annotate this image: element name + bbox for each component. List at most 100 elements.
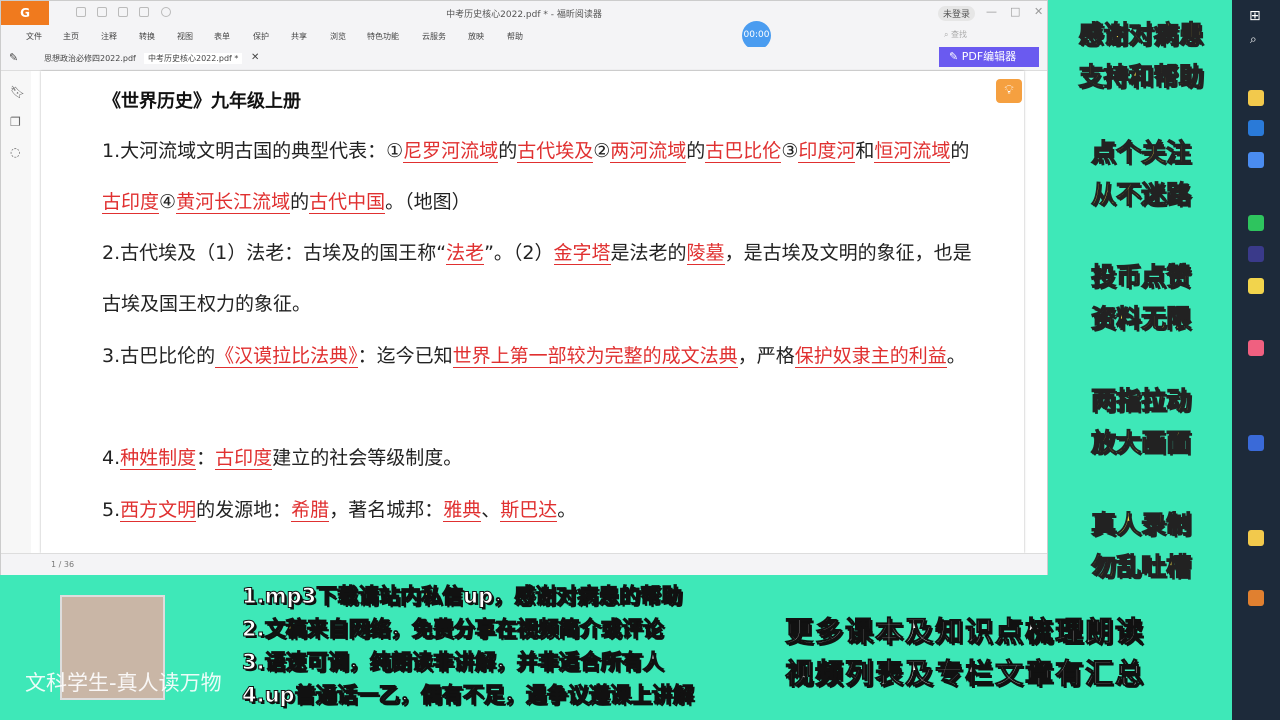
menu-bar: 文件 主页 注释 转换 视图 表单 保护 共享 浏览 特色功能 云服务 放映 帮助 (1, 25, 1047, 47)
left-sidebar: 🔖︎ ❐ ◌ (1, 71, 31, 556)
tips-bulb-icon[interactable]: 💡︎ (996, 79, 1022, 103)
text-segment: ② (593, 140, 611, 162)
note-segment: 来自网络， (306, 617, 412, 642)
paragraph-1: 1.大河流域文明古国的典型代表：①尼罗河流域的古代埃及②两河流域的古巴比伦③印度… (102, 126, 972, 228)
app-icon[interactable] (1248, 152, 1264, 168)
pdf-reader-window: G 中考历史核心2022.pdf * - 福昕阅读器 未登录 — □ ✕ 文件 主… (0, 0, 1048, 575)
notes-icon[interactable] (1248, 278, 1264, 294)
menu-3[interactable]: 转换 (139, 31, 155, 42)
text-segment: 4. (102, 447, 121, 469)
note-segment: 免费分享 (411, 617, 496, 642)
text-segment: 的 (950, 140, 970, 162)
pdf-editor-button[interactable]: ✎ PDF编辑器 (939, 47, 1039, 67)
text-segment: 。（地图） (385, 191, 471, 213)
highlighted-term: 陵墓 (686, 242, 725, 265)
note-segment: 遇争议遵课上讲解 (525, 683, 694, 708)
highlighted-term: 两河流域 (610, 140, 687, 163)
channel-name: 文科学生-真人读万物 (25, 671, 222, 695)
menu-11[interactable]: 放映 (468, 31, 484, 42)
close-tab-icon[interactable]: ✕ (251, 52, 259, 63)
title-bar: G 中考历史核心2022.pdf * - 福昕阅读器 未登录 — □ ✕ (1, 1, 1047, 25)
note-segment: 站内私信 (379, 584, 464, 609)
recording-timer[interactable]: 00:00 (742, 21, 771, 50)
app-icon-2[interactable] (1248, 590, 1264, 606)
text-segment: 建立的社会等级制度。 (272, 447, 463, 469)
text-segment: ：迄今已知 (357, 345, 453, 367)
taskbar: ⊞ ⌕ (1232, 0, 1280, 720)
text-segment: 。 (557, 499, 577, 521)
menu-10[interactable]: 云服务 (422, 31, 446, 42)
highlighted-term: 恒河流域 (874, 140, 951, 163)
folder-icon[interactable] (1248, 90, 1264, 106)
note-segment: up，感谢对病患的帮助 (463, 584, 683, 609)
note-line: 1.mp3下载请站内私信up，感谢对病患的帮助 (241, 580, 683, 610)
right-note-2: 视频列表及专栏文章有汇总 (784, 657, 1146, 691)
paragraph-2: 2.古代埃及（1）法老：古埃及的国王称“法老”。（2）金字塔是法老的陵墓，是古埃… (102, 228, 972, 330)
minimize-button[interactable]: — (986, 5, 997, 18)
bilibili-icon[interactable] (1248, 340, 1264, 356)
highlighted-term: 西方文明 (120, 499, 197, 522)
text-segment: 、 (481, 499, 501, 521)
tab-politics[interactable]: 思想政治必修四2022.pdf (44, 53, 136, 64)
page-indicator[interactable]: 1 / 36 (51, 560, 74, 569)
premiere-icon[interactable] (1248, 246, 1264, 262)
search-input[interactable]: ⌕ 查找 (944, 29, 967, 40)
highlighted-term: 世界上第一部较为完整的成文法典 (452, 345, 738, 368)
maximize-button[interactable]: □ (1010, 5, 1020, 18)
text-segment: ： (196, 447, 216, 469)
menu-1[interactable]: 主页 (63, 31, 79, 42)
menu-0[interactable]: 文件 (26, 31, 42, 42)
edge-icon[interactable] (1248, 120, 1264, 136)
word-icon[interactable] (1248, 435, 1264, 451)
pages-icon[interactable]: ❐ (10, 115, 21, 129)
text-segment: 1.大河流域文明古国的典型代表：① (102, 140, 404, 162)
comment-icon[interactable]: ◌ (10, 145, 20, 159)
bookmark-icon[interactable]: 🔖︎ (10, 85, 25, 99)
edit-icon[interactable]: ✎ (9, 51, 18, 64)
windows-start-icon[interactable]: ⊞ (1249, 8, 1261, 24)
wechat-icon[interactable] (1248, 215, 1264, 231)
banner-text: 真人录制 (1090, 510, 1191, 540)
text-segment: 的 (498, 140, 518, 162)
search-taskbar-icon[interactable]: ⌕ (1250, 32, 1257, 47)
menu-2[interactable]: 注释 (101, 31, 117, 42)
highlighted-term: 斯巴达 (500, 499, 558, 522)
highlighted-term: 金字塔 (553, 242, 611, 265)
paragraph-4: 4.种姓制度：古印度建立的社会等级制度。 (102, 433, 972, 484)
text-segment: 2.古代埃及（1）法老：古埃及的国王称“ (102, 242, 447, 264)
banner-text: 放大画面 (1090, 428, 1191, 458)
right-note-1: 更多课本及知识点梳理朗读 (784, 615, 1146, 649)
banner-text: 两指拉动 (1090, 386, 1191, 416)
highlighted-term: 雅典 (443, 499, 482, 522)
window-title: 中考历史核心2022.pdf * - 福昕阅读器 (446, 10, 602, 20)
menu-12[interactable]: 帮助 (507, 31, 523, 42)
highlighted-term: 黄河长江流域 (176, 191, 291, 214)
highlighted-term: 《汉谟拉比法典》 (215, 345, 358, 368)
banner-text: 资料无限 (1090, 304, 1191, 334)
highlighted-term: 古代埃及 (517, 140, 594, 163)
right-banner: 感谢对病患 支持和帮助 点个关注 从不迷路 投币点赞 资料无限 两指拉动 放大画面 真人录制 勿乱… (1050, 0, 1232, 582)
menu-9[interactable]: 特色功能 (367, 31, 399, 42)
text-segment: 和 (855, 140, 875, 162)
menu-8[interactable]: 浏览 (330, 31, 346, 42)
highlighted-term: 古印度 (215, 447, 273, 470)
highlighted-term: 保护奴隶主的利益 (794, 345, 947, 368)
menu-5[interactable]: 表单 (214, 31, 230, 42)
note-segment: 1.mp3下载请 (241, 584, 380, 609)
search-placeholder: 查找 (951, 30, 968, 39)
highlighted-term: 希腊 (291, 499, 330, 522)
menu-4[interactable]: 视图 (177, 31, 193, 42)
tab-history[interactable]: 中考历史核心2022.pdf * (144, 53, 243, 64)
text-segment: 的发源地： (196, 499, 292, 521)
text-segment: ，著名城邦： (329, 499, 444, 521)
document-page: 《世界历史》九年级上册 1.大河流域文明古国的典型代表：①尼罗河流域的古代埃及②… (41, 71, 1024, 553)
close-button[interactable]: ✕ (1034, 5, 1043, 18)
note-line: 3.语速可调，纯朗读非讲解，并非适合所有人 (242, 646, 665, 676)
paragraph-5: 5.西方文明的发源地：希腊，著名城邦：雅典、斯巴达。 (102, 485, 972, 536)
menu-6[interactable]: 保护 (253, 31, 269, 42)
menu-7[interactable]: 共享 (291, 31, 307, 42)
folder-icon-2[interactable] (1248, 530, 1264, 546)
login-button[interactable]: 未登录 (938, 6, 976, 21)
text-segment: 5. (102, 499, 121, 521)
note-segment: 文稿 (264, 617, 307, 642)
